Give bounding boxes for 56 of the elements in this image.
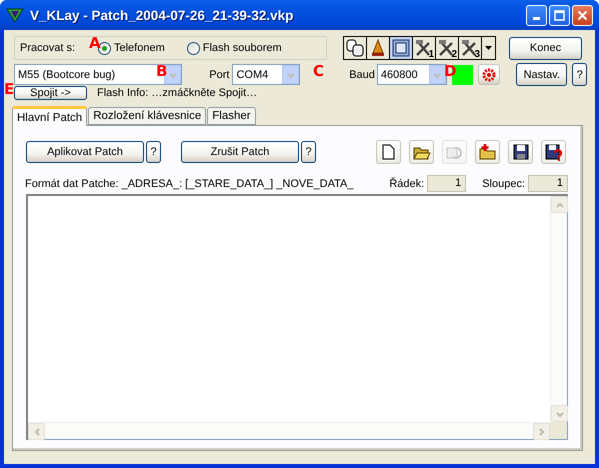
app-icon [6, 7, 24, 23]
folder-plus-icon [478, 144, 496, 160]
horizontal-scrollbar[interactable] [28, 422, 550, 439]
patch-button[interactable]: Zrušit Patch [181, 141, 299, 163]
toolbar-button[interactable] [390, 37, 413, 59]
file-tool-button[interactable] [508, 140, 533, 164]
toolbar-button[interactable] [344, 37, 367, 59]
annotation-letter: E [4, 82, 14, 97]
file-tool-button[interactable] [376, 140, 401, 164]
window-title: V_KLay - Patch_2004-07-26_21-39-32.vkp [30, 8, 294, 22]
maximize-icon [554, 10, 565, 20]
radio-option[interactable]: Flash souborem [186, 42, 282, 54]
minimize-icon [533, 16, 540, 20]
scrollbar-corner [550, 422, 567, 439]
position-value: 1 [528, 175, 568, 192]
file-tool-button[interactable] [541, 140, 566, 164]
annotation-letter: B [156, 64, 168, 79]
close-button[interactable] [572, 4, 593, 26]
toolbar-button[interactable]: 2 [436, 37, 459, 59]
tools-icon [461, 39, 479, 57]
settings-button[interactable]: Nastav. [516, 63, 568, 86]
exit-button[interactable]: Konec [509, 36, 582, 60]
toolbar-button[interactable]: 1 [413, 37, 436, 59]
annotation-letter: C [313, 64, 324, 79]
minimize-button[interactable] [526, 4, 547, 26]
position-label: Sloupec: [482, 178, 525, 190]
blank-page-icon [382, 144, 395, 160]
floppy-question-icon [544, 144, 562, 160]
flash-info: Flash Info: …zmáčkněte Spojit… [97, 87, 258, 99]
baud-label: Baud [349, 68, 375, 80]
format-hint: Formát dat Patche: _ADRESA_: [_STARE_DATA_] _NOVE_DATA_ [25, 178, 354, 190]
position-value: 1 [427, 175, 466, 192]
tools-icon [438, 39, 456, 57]
help-button[interactable]: ? [572, 63, 587, 86]
chevron-right-icon [536, 426, 546, 436]
help-button[interactable]: ? [301, 141, 316, 163]
maximize-button[interactable] [549, 4, 570, 26]
file-tool-button[interactable] [475, 140, 500, 164]
tools-icon [415, 39, 433, 57]
tab[interactable]: Rozložení klávesnice [88, 107, 206, 125]
tab[interactable]: Flasher [207, 107, 256, 125]
gear-button[interactable] [478, 64, 500, 85]
file-tool-button[interactable] [409, 140, 434, 164]
connect-button[interactable]: Spojit -> [14, 86, 87, 100]
tab[interactable]: Hlavní Patch [12, 106, 88, 126]
open-folder-icon [412, 144, 430, 160]
port-label: Port [209, 68, 230, 80]
position-label: Řádek: [389, 178, 424, 190]
close-icon [577, 10, 588, 20]
mode-label: Pracovat s: [20, 42, 76, 54]
help-button[interactable]: ? [146, 141, 161, 163]
port-dropdown[interactable]: COM4 [232, 64, 300, 85]
vertical-scrollbar[interactable] [550, 196, 567, 422]
toolbar-button[interactable]: 3 [459, 37, 482, 59]
annotation-letter: A [89, 36, 101, 51]
patch-button[interactable]: Aplikovat Patch [26, 141, 144, 163]
